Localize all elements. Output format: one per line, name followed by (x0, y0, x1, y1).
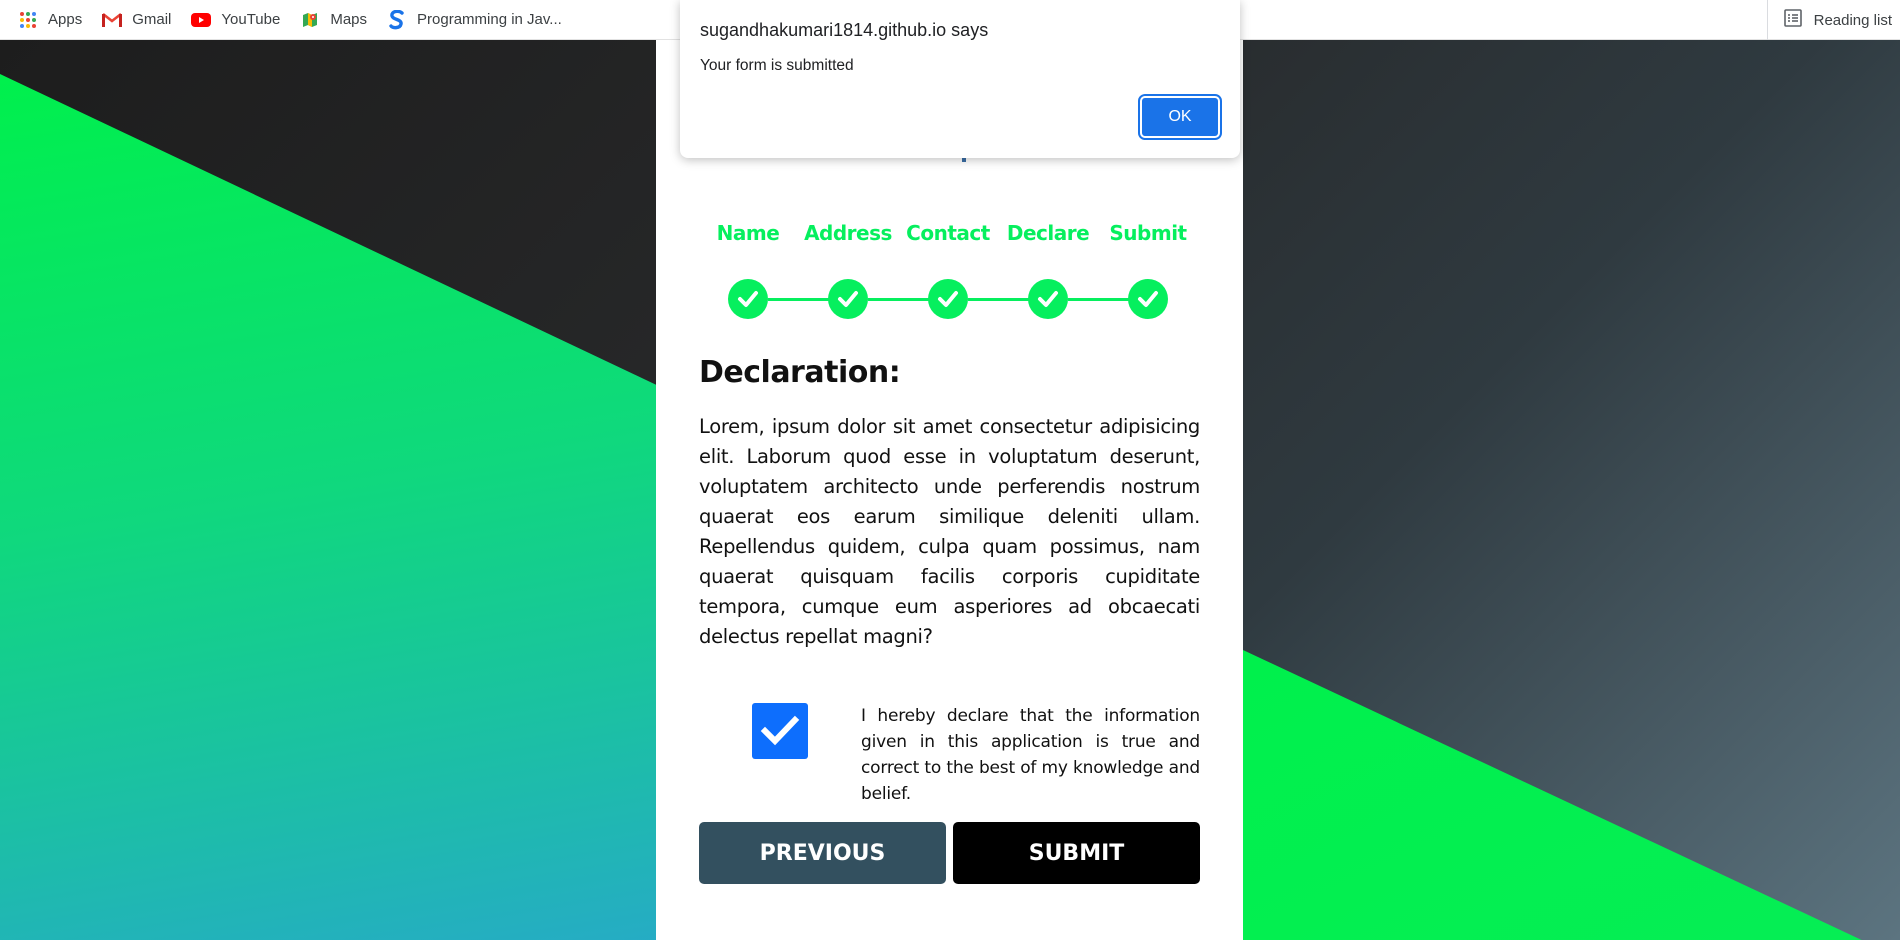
bookmark-apps[interactable]: Apps (0, 0, 92, 39)
step-check-address (828, 279, 868, 319)
dialog-origin: sugandhakumari1814.github.io says (700, 20, 989, 40)
step-label-contact: Contact (906, 221, 990, 245)
step-label-declare: Declare (1006, 221, 1090, 245)
checkmark-icon (760, 715, 800, 746)
declaration-body: Lorem, ipsum dolor sit amet consectetur … (699, 415, 1200, 648)
reading-list-label: Reading list (1813, 11, 1892, 29)
s-logo-icon (387, 9, 407, 30)
check-icon (838, 291, 858, 307)
step-check-submit (1128, 279, 1168, 319)
step-label-address: Address (804, 221, 892, 245)
check-icon (738, 291, 758, 307)
step-connector (1068, 298, 1132, 301)
bookmark-programming[interactable]: Programming in Jav... (377, 0, 572, 39)
stepper-labels: Name Address Contact Declare Submit (656, 221, 1243, 251)
gmail-icon (102, 10, 123, 30)
bookmark-label: Programming in Jav... (417, 11, 562, 28)
declaration-checkbox-label: I hereby declare that the information gi… (861, 706, 1200, 804)
dialog-ok-button[interactable]: OK (1138, 94, 1222, 140)
check-icon (1138, 291, 1158, 307)
check-icon (1038, 291, 1058, 307)
bookmark-gmail[interactable]: Gmail (92, 0, 181, 39)
declaration-heading: Declaration: (699, 355, 901, 390)
step-connector (768, 298, 832, 301)
stepper-progress (656, 279, 1243, 319)
bookmark-label: Maps (330, 11, 368, 28)
previous-button[interactable]: PREVIOUS (699, 822, 946, 884)
bookmark-label: Gmail (132, 11, 172, 28)
youtube-icon (191, 10, 212, 30)
bookmark-maps[interactable]: Maps (290, 0, 377, 39)
dialog-message: Your form is submitted (700, 57, 854, 74)
reading-list-icon (1783, 9, 1802, 31)
alert-dialog: sugandhakumari1814.github.io says Your f… (680, 0, 1240, 158)
step-connector (968, 298, 1032, 301)
step-check-declare (1028, 279, 1068, 319)
step-label-name: Name (716, 221, 780, 245)
maps-icon (300, 10, 320, 30)
reading-list-button[interactable]: Reading list (1766, 0, 1900, 40)
bookmark-youtube[interactable]: YouTube (181, 0, 290, 39)
declaration-checkbox[interactable] (752, 703, 808, 759)
step-label-submit: Submit (1109, 221, 1187, 245)
step-check-contact (928, 279, 968, 319)
submit-button[interactable]: SUBMIT (953, 822, 1200, 884)
bookmark-label: YouTube (221, 11, 281, 28)
step-connector (868, 298, 932, 301)
form-card: Name Address Contact Declare Submit Decl… (656, 40, 1243, 940)
check-icon (938, 291, 958, 307)
apps-grid-icon (18, 10, 38, 30)
step-check-name (728, 279, 768, 319)
bookmark-label: Apps (48, 11, 83, 28)
